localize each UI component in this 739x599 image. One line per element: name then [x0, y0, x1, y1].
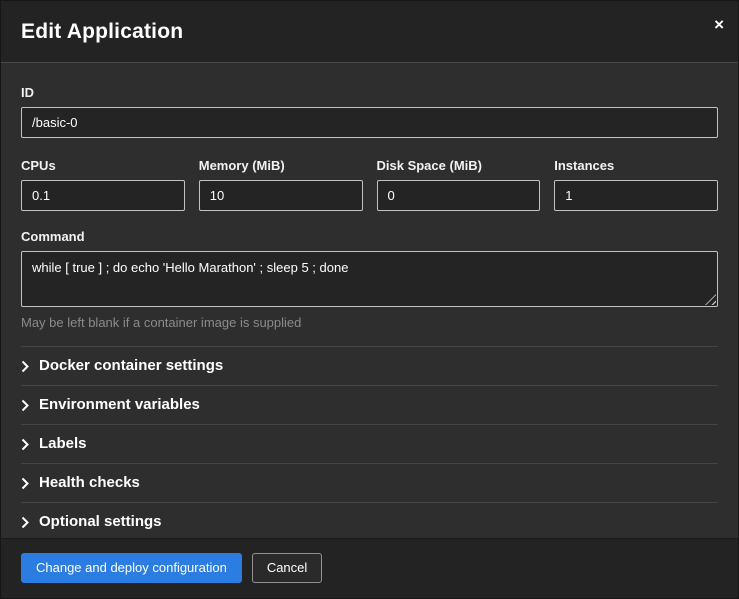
command-field-group: Command while [ true ] ; do echo 'Hello … — [21, 229, 718, 331]
cpus-field-group: CPUs — [21, 158, 185, 211]
chevron-right-icon — [21, 438, 39, 451]
change-and-deploy-button[interactable]: Change and deploy configuration — [21, 553, 242, 583]
disk-space-label: Disk Space (MiB) — [377, 158, 541, 173]
memory-input[interactable] — [199, 180, 363, 211]
section-label: Health checks — [39, 474, 140, 492]
command-textarea-wrap: while [ true ] ; do echo 'Hello Marathon… — [21, 251, 718, 307]
cancel-button[interactable]: Cancel — [252, 553, 322, 583]
chevron-right-icon — [21, 516, 39, 529]
id-label: ID — [21, 85, 718, 100]
section-environment-variables[interactable]: Environment variables — [21, 385, 718, 424]
memory-field-group: Memory (MiB) — [199, 158, 363, 211]
cpus-label: CPUs — [21, 158, 185, 173]
resources-row: CPUs Memory (MiB) Disk Space (MiB) Insta… — [21, 158, 718, 211]
instances-label: Instances — [554, 158, 718, 173]
instances-input[interactable] — [554, 180, 718, 211]
instances-field-group: Instances — [554, 158, 718, 211]
chevron-right-icon — [21, 477, 39, 490]
section-label: Environment variables — [39, 396, 200, 414]
chevron-right-icon — [21, 360, 39, 373]
memory-label: Memory (MiB) — [199, 158, 363, 173]
modal-footer: Change and deploy configuration Cancel — [1, 538, 738, 598]
section-label: Optional settings — [39, 513, 162, 531]
section-labels[interactable]: Labels — [21, 424, 718, 463]
collapsible-sections: Docker container settings Environment va… — [21, 346, 718, 538]
edit-application-modal: Edit Application × ID CPUs Memory (MiB) … — [0, 0, 739, 599]
modal-header: Edit Application × — [1, 1, 738, 63]
section-label: Docker container settings — [39, 357, 223, 375]
disk-space-input[interactable] — [377, 180, 541, 211]
modal-body: ID CPUs Memory (MiB) Disk Space (MiB) In… — [1, 63, 738, 538]
id-field-group: ID — [21, 85, 718, 138]
cpus-input[interactable] — [21, 180, 185, 211]
command-textarea[interactable]: while [ true ] ; do echo 'Hello Marathon… — [21, 251, 718, 307]
modal-title: Edit Application — [21, 20, 183, 44]
id-input[interactable] — [21, 107, 718, 138]
section-label: Labels — [39, 435, 87, 453]
close-icon[interactable]: × — [714, 16, 724, 33]
section-docker-container-settings[interactable]: Docker container settings — [21, 346, 718, 385]
section-optional-settings[interactable]: Optional settings — [21, 502, 718, 538]
command-help-text: May be left blank if a container image i… — [21, 315, 718, 331]
chevron-right-icon — [21, 399, 39, 412]
section-health-checks[interactable]: Health checks — [21, 463, 718, 502]
disk-space-field-group: Disk Space (MiB) — [377, 158, 541, 211]
command-label: Command — [21, 229, 718, 244]
